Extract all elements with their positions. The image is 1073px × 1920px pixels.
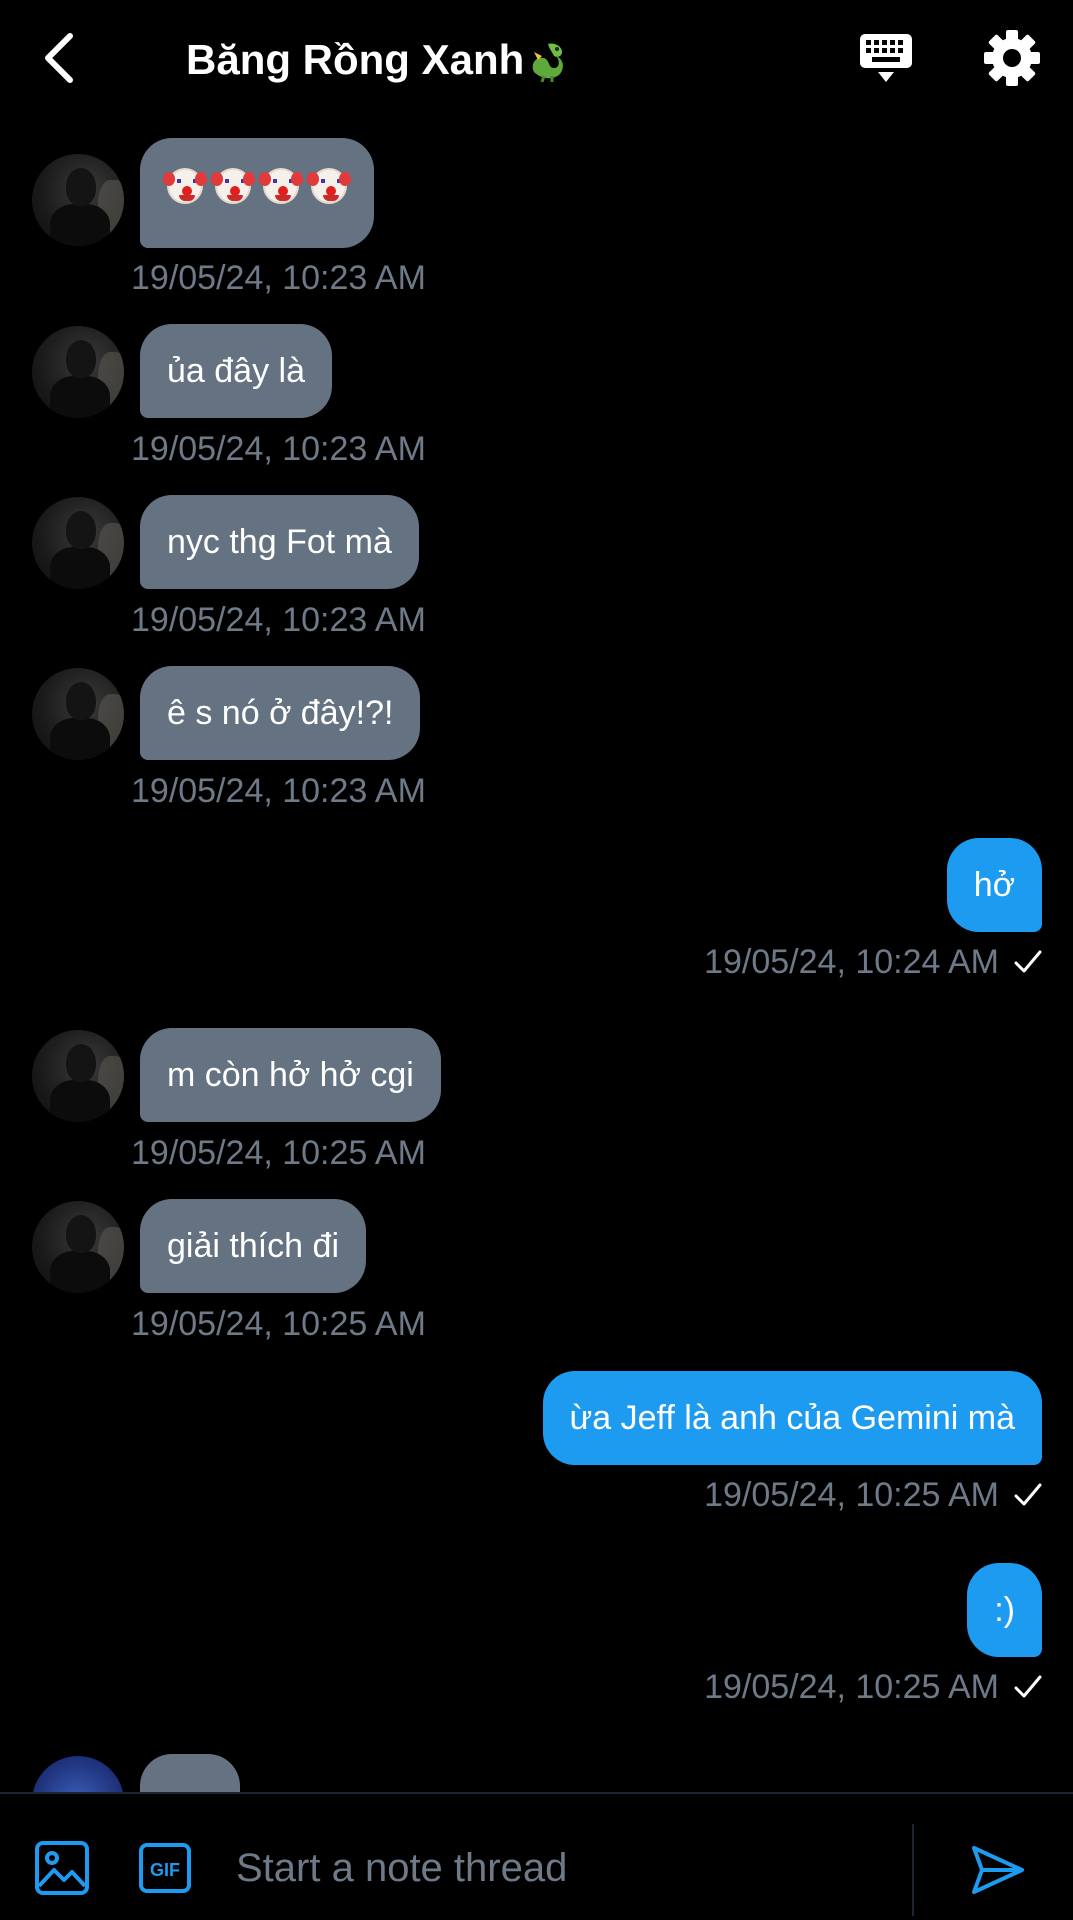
gif-icon: GIF (139, 1843, 191, 1893)
keyboard-shortcuts-button[interactable] (856, 28, 916, 88)
message-bubble-incoming[interactable]: giải thích đi (140, 1199, 366, 1293)
message-bubble-incoming[interactable]: ủa đây là (140, 324, 332, 418)
avatar[interactable] (32, 497, 124, 589)
composer-bar: GIF (0, 1792, 1073, 1920)
checkmark-icon (1014, 1675, 1042, 1698)
message-bubble-outgoing[interactable]: hở (946, 838, 1042, 932)
message-timestamp: 19/05/24, 10:23 AM (131, 430, 426, 468)
conversation-header: Băng Rồng Xanh (0, 0, 1073, 120)
message-timestamp: 19/05/24, 10:25 AM (131, 1134, 426, 1172)
message-timestamp-row: 19/05/24, 10:25 AM (704, 1667, 1043, 1707)
message-bubble-outgoing[interactable]: ừa Jeff là anh của Gemini mà (542, 1371, 1042, 1465)
avatar[interactable] (32, 1201, 124, 1293)
image-icon (35, 1841, 89, 1895)
message-timestamp: 19/05/24, 10:23 AM (131, 601, 426, 639)
clown-emoji-icon (163, 168, 207, 204)
avatar[interactable] (32, 1756, 124, 1792)
message-timestamp: 19/05/24, 10:23 AM (131, 772, 426, 810)
back-button[interactable] (34, 26, 84, 90)
message-bubble-incoming[interactable]: m còn hở hở cgi (140, 1028, 441, 1122)
message-timestamp: 19/05/24, 10:24 AM (704, 943, 999, 981)
dragon-emoji-icon (533, 43, 564, 82)
message-bubble-incoming[interactable] (140, 138, 374, 248)
message-bubble-incoming[interactable]: ê s nó ở đây!?! (140, 666, 421, 760)
message-timestamp: 19/05/24, 10:25 AM (704, 1668, 999, 1706)
add-image-button[interactable] (34, 1840, 90, 1896)
add-gif-button[interactable]: GIF (138, 1842, 192, 1894)
chevron-left-icon (45, 33, 73, 83)
clown-emoji-icon (307, 168, 351, 204)
send-button[interactable] (970, 1842, 1026, 1898)
clown-emoji-icon (259, 168, 303, 204)
avatar[interactable] (32, 668, 124, 760)
message-bubble-outgoing[interactable]: :) (967, 1563, 1042, 1657)
checkmark-icon (1014, 1483, 1042, 1506)
dm-screen: Băng Rồng Xanh 19/05/24, 10:23 AM ủa đây… (0, 0, 1073, 1920)
clown-emoji-icon (211, 168, 255, 204)
avatar[interactable] (32, 1030, 124, 1122)
send-icon (972, 1846, 1024, 1894)
conversation-title-text: Băng Rồng Xanh (186, 36, 525, 83)
keyboard-icon (860, 34, 912, 82)
message-timestamp: 19/05/24, 10:23 AM (131, 259, 426, 297)
message-bubble-incoming-partial[interactable] (140, 1754, 240, 1792)
message-timestamp-row: 19/05/24, 10:24 AM (704, 942, 1043, 982)
composer-divider (912, 1824, 914, 1916)
gear-icon (984, 30, 1040, 86)
message-bubble-incoming[interactable]: nyc thg Fot mà (140, 495, 419, 589)
note-thread-input[interactable] (236, 1830, 896, 1906)
avatar[interactable] (32, 154, 124, 246)
message-timestamp-row: 19/05/24, 10:25 AM (704, 1475, 1043, 1515)
gif-label: GIF (150, 1860, 180, 1880)
conversation-settings-button[interactable] (982, 28, 1042, 88)
avatar[interactable] (32, 326, 124, 418)
clown-emoji-row (163, 168, 351, 204)
message-timestamp: 19/05/24, 10:25 AM (704, 1476, 999, 1514)
conversation-title[interactable]: Băng Rồng Xanh (186, 34, 570, 86)
message-timestamp: 19/05/24, 10:25 AM (131, 1305, 426, 1343)
checkmark-icon (1014, 950, 1042, 973)
message-list[interactable]: 19/05/24, 10:23 AM ủa đây là 19/05/24, 1… (0, 120, 1073, 1792)
